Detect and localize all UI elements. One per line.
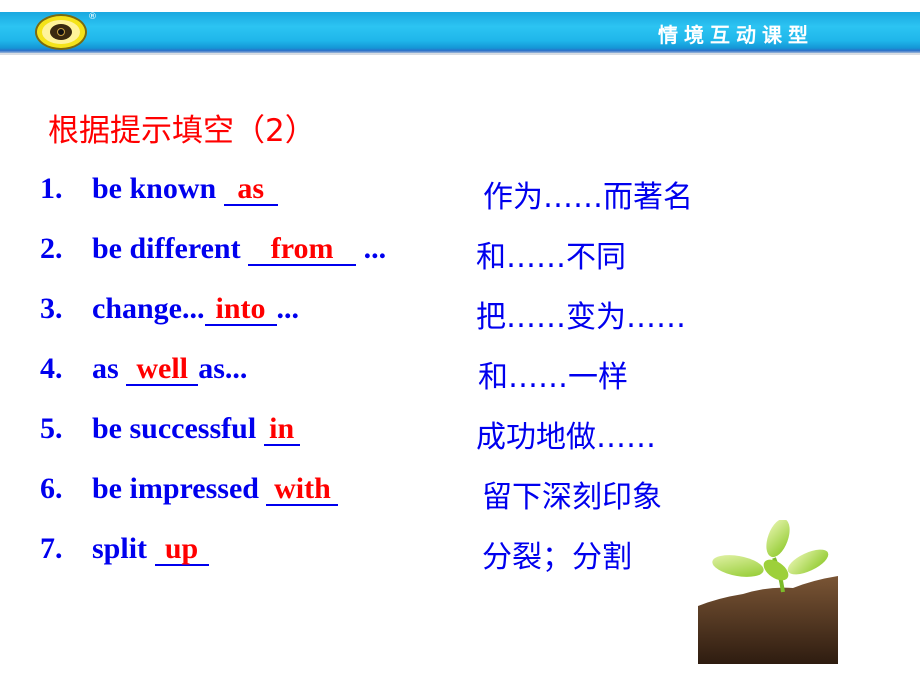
- list-item: 7. split up: [40, 532, 209, 566]
- item-number: 6.: [40, 472, 63, 505]
- answer-blank: into: [204, 292, 277, 326]
- list-item: 2. be different from ...: [40, 232, 386, 266]
- answer-blank: in: [263, 412, 300, 446]
- answer-text: in: [269, 412, 295, 445]
- list-item: 5. be successful in: [40, 412, 300, 446]
- leaf: [787, 549, 829, 575]
- section-title: 根据提示填空（2）: [48, 113, 316, 149]
- translation: 把……变为……: [476, 300, 686, 335]
- item-number: 4.: [40, 352, 63, 385]
- seedling-image: [698, 520, 838, 664]
- translation: 作为……而著名: [483, 180, 693, 215]
- item-phrase: be impressed: [92, 472, 267, 505]
- answer-text: well: [136, 352, 189, 385]
- answer-blank: with: [266, 472, 339, 506]
- answer-text: from: [270, 232, 334, 265]
- item-number: 7.: [40, 532, 63, 565]
- item-number: 3.: [40, 292, 63, 325]
- answer-text: as: [237, 172, 265, 205]
- registered-mark: ®: [88, 12, 97, 22]
- item-number: 1.: [40, 172, 63, 205]
- translation: 成功地做……: [476, 420, 656, 455]
- soil-shape: [698, 576, 838, 664]
- answer-blank: well: [126, 352, 199, 386]
- item-phrase-after: ...: [356, 232, 387, 265]
- item-number: 5.: [40, 412, 63, 445]
- list-item: 3. change... into...: [40, 292, 299, 326]
- item-phrase: as: [92, 352, 127, 385]
- item-phrase-after: ...: [276, 292, 300, 325]
- answer-text: with: [274, 472, 331, 505]
- list-item: 4. as well as...: [40, 352, 247, 386]
- translation: 和……不同: [476, 240, 626, 275]
- eye-logo-icon: [35, 14, 87, 50]
- translation: 留下深刻印象: [482, 480, 662, 515]
- leaf: [766, 520, 790, 558]
- list-item: 1. be known as: [40, 172, 278, 206]
- header-divider: [0, 53, 920, 55]
- translation: 分裂；分割: [482, 540, 632, 575]
- item-phrase: be known: [92, 172, 224, 205]
- item-phrase: change...: [92, 292, 205, 325]
- header-title: 情境互动课型: [658, 23, 814, 47]
- item-phrase: split: [92, 532, 155, 565]
- list-item: 6. be impressed with: [40, 472, 339, 506]
- item-phrase: be successful: [92, 412, 264, 445]
- answer-blank: as: [223, 172, 278, 206]
- item-phrase: be different: [92, 232, 249, 265]
- translation: 和……一样: [478, 360, 628, 395]
- answer-blank: up: [154, 532, 209, 566]
- answer-text: up: [164, 532, 199, 565]
- answer-text: into: [215, 292, 266, 325]
- item-number: 2.: [40, 232, 63, 265]
- item-phrase-after: as...: [198, 352, 248, 385]
- answer-blank: from: [248, 232, 357, 266]
- leaf: [712, 555, 764, 577]
